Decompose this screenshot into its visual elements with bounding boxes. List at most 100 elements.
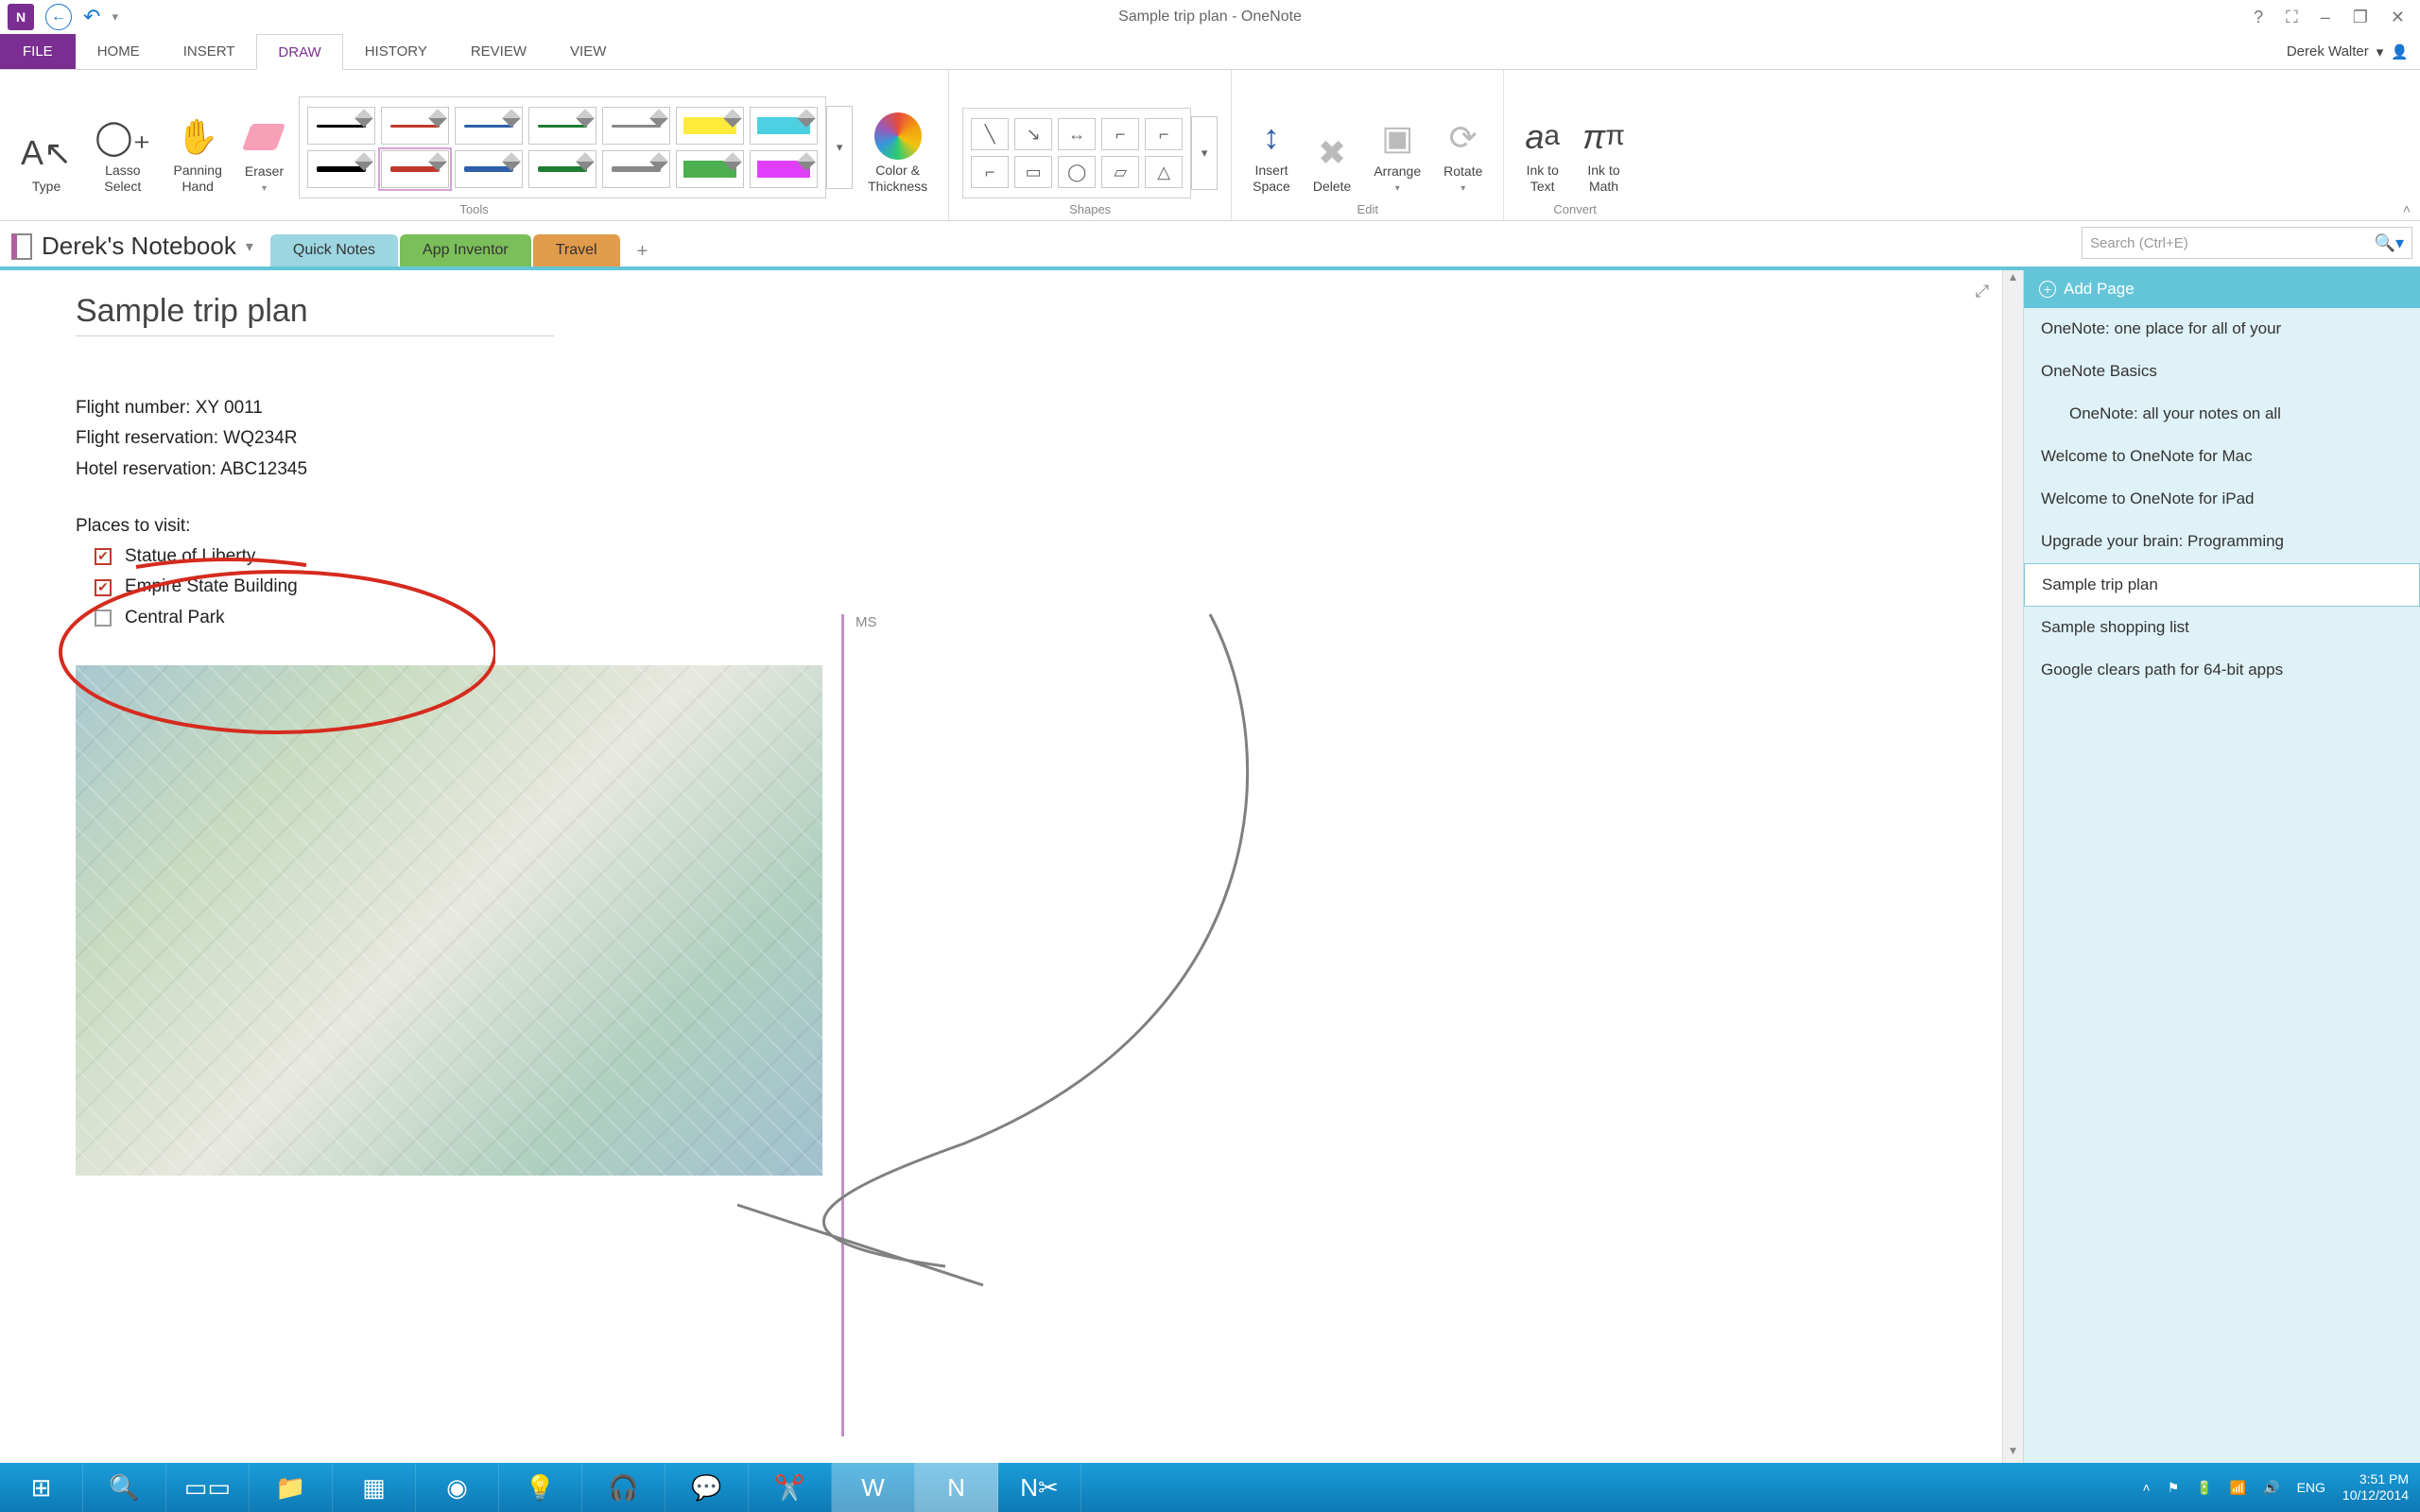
add-page-button[interactable]: + Add Page bbox=[2024, 270, 2420, 308]
places-heading[interactable]: Places to visit: bbox=[76, 511, 1927, 541]
highlighter-cyan[interactable] bbox=[750, 107, 818, 145]
word-button[interactable]: W bbox=[832, 1463, 915, 1512]
tray-expand-icon[interactable]: ˄ bbox=[2143, 1480, 2151, 1495]
fullscreen-icon[interactable]: ⛶ bbox=[2286, 8, 2298, 27]
shapes-gallery-more-icon[interactable]: ▾ bbox=[1191, 116, 1218, 190]
file-explorer-button[interactable]: 📁 bbox=[250, 1463, 333, 1512]
page-list-item[interactable]: OneNote Basics bbox=[2024, 351, 2420, 393]
file-tab[interactable]: FILE bbox=[0, 34, 76, 69]
rotate-button[interactable]: ⟳Rotate▾ bbox=[1436, 111, 1490, 198]
hotel-reservation[interactable]: Hotel reservation: ABC12345 bbox=[76, 455, 1927, 485]
pen-gallery-more-icon[interactable]: ▾ bbox=[826, 106, 853, 189]
pen-green-thick[interactable] bbox=[528, 150, 596, 188]
shape-rectangle[interactable]: ▭ bbox=[1014, 156, 1052, 188]
draw-tab[interactable]: DRAW bbox=[256, 34, 342, 70]
insert-space-button[interactable]: ↕Insert Space bbox=[1245, 110, 1298, 198]
shape-triangle[interactable]: △ bbox=[1145, 156, 1183, 188]
onenote-send-button[interactable]: N✂ bbox=[998, 1463, 1081, 1512]
insert-tab[interactable]: INSERT bbox=[162, 34, 257, 69]
lasso-select-button[interactable]: ◯₊Lasso Select bbox=[87, 110, 158, 198]
home-tab[interactable]: HOME bbox=[76, 34, 162, 69]
language-indicator[interactable]: ENG bbox=[2297, 1480, 2325, 1495]
page-list-item[interactable]: Sample shopping list bbox=[2024, 607, 2420, 649]
pen-black-thin[interactable] bbox=[307, 107, 375, 145]
shape-arrow[interactable]: ↘ bbox=[1014, 118, 1052, 150]
pen-red-thin[interactable] bbox=[381, 107, 449, 145]
snipping-button[interactable]: ✂️ bbox=[749, 1463, 832, 1512]
shape-ellipse[interactable]: ◯ bbox=[1058, 156, 1096, 188]
pen-blue-thick[interactable] bbox=[455, 150, 523, 188]
ink-to-math-button[interactable]: ππInk to Math bbox=[1575, 110, 1633, 198]
onenote-button[interactable]: N bbox=[915, 1463, 998, 1512]
pen-green-thin[interactable] bbox=[528, 107, 596, 145]
eraser-button[interactable]: Eraser▾ bbox=[237, 111, 291, 198]
search-input[interactable]: Search (Ctrl+E) 🔍▾ bbox=[2082, 227, 2412, 259]
user-dropdown-icon[interactable]: ▾ bbox=[2377, 43, 2384, 60]
review-tab[interactable]: REVIEW bbox=[449, 34, 548, 69]
highlighter-yellow[interactable] bbox=[676, 107, 744, 145]
pen-blue-thin[interactable] bbox=[455, 107, 523, 145]
type-button[interactable]: A↖Type bbox=[13, 126, 79, 198]
color-thickness-button[interactable]: Color & Thickness bbox=[860, 110, 935, 198]
notebook-dropdown-icon[interactable]: ▾ bbox=[246, 237, 253, 256]
flight-number[interactable]: Flight number: XY 0011 bbox=[76, 393, 1927, 423]
qat-dropdown-icon[interactable]: ▾ bbox=[112, 9, 118, 25]
panning-hand-button[interactable]: ✋Panning Hand bbox=[165, 110, 229, 198]
scroll-up-icon[interactable]: ▲ bbox=[2003, 270, 2023, 289]
media-button[interactable]: 🎧 bbox=[582, 1463, 666, 1512]
task-view-button[interactable]: ▭▭ bbox=[166, 1463, 250, 1512]
page-list-item[interactable]: Google clears path for 64-bit apps bbox=[2024, 649, 2420, 692]
maximize-button[interactable]: ❐ bbox=[2353, 8, 2368, 27]
ink-to-text-button[interactable]: aaInk to Text bbox=[1517, 110, 1567, 198]
arrange-button[interactable]: ▣Arrange▾ bbox=[1366, 111, 1428, 198]
wifi-icon[interactable]: 📶 bbox=[2230, 1480, 2246, 1496]
view-tab[interactable]: VIEW bbox=[548, 34, 628, 69]
user-avatar-icon[interactable]: 👤 bbox=[2391, 43, 2409, 60]
page-list-item[interactable]: Upgrade your brain: Programming bbox=[2024, 521, 2420, 563]
section-tab-travel[interactable]: Travel bbox=[533, 234, 620, 266]
sticky-notes-button[interactable]: 💡 bbox=[499, 1463, 582, 1512]
shape-elbow-up[interactable]: ⌐ bbox=[971, 156, 1009, 188]
page-list-item[interactable]: Welcome to OneNote for Mac bbox=[2024, 436, 2420, 478]
section-tab-app-inventor[interactable]: App Inventor bbox=[400, 234, 531, 266]
collapse-ribbon-icon[interactable]: ˄ bbox=[2403, 201, 2411, 216]
shapes-gallery[interactable]: ╲ ↘ ↔ ⌐ ⌐ ⌐ ▭ ◯ ▱ △ bbox=[962, 108, 1191, 198]
shape-line[interactable]: ╲ bbox=[971, 118, 1009, 150]
back-button[interactable]: ← bbox=[45, 4, 72, 30]
notebook-name[interactable]: Derek's Notebook ▾ bbox=[11, 232, 253, 266]
chrome-button[interactable]: ◉ bbox=[416, 1463, 499, 1512]
add-section-button[interactable]: + bbox=[622, 237, 664, 266]
page-list-item[interactable]: OneNote: all your notes on all bbox=[2024, 393, 2420, 436]
store-button[interactable]: ▦ bbox=[333, 1463, 416, 1512]
shape-parallelogram[interactable]: ▱ bbox=[1101, 156, 1139, 188]
shape-double-arrow[interactable]: ↔ bbox=[1058, 118, 1096, 150]
pen-gray-thick[interactable] bbox=[602, 150, 670, 188]
scroll-down-icon[interactable]: ▼ bbox=[2003, 1444, 2023, 1463]
shape-elbow-right[interactable]: ⌐ bbox=[1101, 118, 1139, 150]
search-button[interactable]: 🔍 bbox=[83, 1463, 166, 1512]
page-list-item[interactable]: OneNote: one place for all of your bbox=[2024, 308, 2420, 351]
start-button[interactable]: ⊞ bbox=[0, 1463, 83, 1512]
user-name[interactable]: Derek Walter bbox=[2287, 43, 2369, 60]
section-tab-quick-notes[interactable]: Quick Notes bbox=[270, 234, 398, 266]
history-tab[interactable]: HISTORY bbox=[343, 34, 449, 69]
minimize-button[interactable]: – bbox=[2321, 8, 2330, 27]
shape-elbow-down[interactable]: ⌐ bbox=[1145, 118, 1183, 150]
pen-red-thick[interactable] bbox=[381, 150, 449, 188]
volume-icon[interactable]: 🔊 bbox=[2263, 1480, 2279, 1496]
close-button[interactable]: ✕ bbox=[2391, 8, 2405, 27]
vertical-scrollbar[interactable]: ▲ ▼ bbox=[2002, 270, 2023, 1463]
flag-icon[interactable]: ⚑ bbox=[2168, 1480, 2180, 1496]
pen-black-thick[interactable] bbox=[307, 150, 375, 188]
page-list-item[interactable]: Sample trip plan bbox=[2024, 563, 2420, 607]
pen-gallery[interactable] bbox=[299, 96, 826, 198]
page-title[interactable]: Sample trip plan bbox=[76, 293, 554, 336]
highlighter-green[interactable] bbox=[676, 150, 744, 188]
flight-reservation[interactable]: Flight reservation: WQ234R bbox=[76, 423, 1927, 454]
highlighter-magenta[interactable] bbox=[750, 150, 818, 188]
pen-gray-thin[interactable] bbox=[602, 107, 670, 145]
help-icon[interactable]: ? bbox=[2254, 8, 2263, 27]
page-list-item[interactable]: Welcome to OneNote for iPad bbox=[2024, 478, 2420, 521]
expand-page-icon[interactable]: ⤢ bbox=[1976, 282, 1989, 301]
clock[interactable]: 3:51 PM 10/12/2014 bbox=[2342, 1471, 2409, 1503]
